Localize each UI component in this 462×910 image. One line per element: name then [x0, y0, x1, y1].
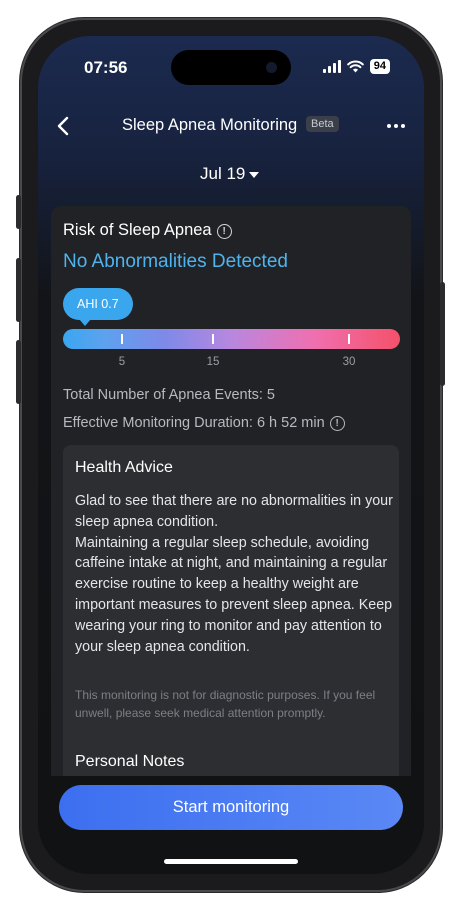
scale-tick: [121, 334, 123, 344]
start-monitoring-button[interactable]: Start monitoring: [59, 785, 403, 830]
wifi-icon: [346, 60, 364, 73]
camera-icon: [266, 62, 277, 73]
info-icon[interactable]: !: [216, 224, 232, 239]
scale-tick-label: 5: [118, 356, 126, 368]
scale-tick-label: 15: [206, 356, 220, 368]
battery-badge: 94: [369, 59, 390, 74]
info-icon[interactable]: !: [329, 416, 345, 431]
health-advice-text: Glad to see that there are no abnormalit…: [75, 493, 393, 655]
dropdown-caret-icon: [249, 172, 260, 178]
volume-down-button: [16, 340, 21, 404]
scale-tick-label: 30: [342, 356, 356, 368]
scale-tick: [348, 334, 350, 344]
page-title: Sleep Apnea Monitoring: [122, 116, 298, 134]
health-advice-card: Health Advice Glad to see that there are…: [63, 445, 399, 806]
home-indicator: [164, 859, 298, 864]
personal-notes-title[interactable]: Personal Notes: [75, 753, 184, 771]
ahi-scale-bar: [63, 329, 400, 349]
health-advice-title: Health Advice: [75, 459, 173, 476]
risk-title: Risk of Sleep Apnea!: [63, 221, 232, 240]
monitoring-duration-text: Effective Monitoring Duration: 6 h 52 mi…: [63, 415, 325, 431]
risk-result: No Abnormalities Detected: [63, 251, 288, 272]
risk-card: Risk of Sleep Apnea! No Abnormalities De…: [51, 206, 411, 806]
more-dots-icon[interactable]: [384, 118, 408, 134]
status-icons: 94: [322, 59, 390, 74]
ahi-bubble: AHI 0.7: [63, 288, 133, 326]
disclaimer-text: This monitoring is not for diagnostic pu…: [75, 688, 376, 720]
volume-up-button: [16, 258, 21, 322]
signal-icon: [322, 60, 341, 73]
nav-bar: Sleep Apnea Monitoring Beta: [38, 112, 424, 140]
apnea-events-count: Total Number of Apnea Events: 5: [63, 387, 275, 403]
date-selector[interactable]: Jul 19: [200, 164, 260, 184]
back-chevron-icon[interactable]: [52, 114, 76, 138]
dynamic-island: [171, 50, 291, 85]
status-time: 07:56: [84, 58, 128, 77]
beta-badge: Beta: [306, 116, 339, 132]
monitoring-duration: Effective Monitoring Duration: 6 h 52 mi…: [63, 415, 345, 431]
power-button: [440, 282, 445, 386]
date-label: Jul 19: [200, 164, 246, 183]
risk-title-text: Risk of Sleep Apnea: [63, 221, 212, 239]
scale-tick: [212, 334, 214, 344]
screen: 07:56 94 Sleep Apnea Monitoring Beta Jul…: [38, 36, 424, 874]
action-button: [16, 195, 21, 229]
